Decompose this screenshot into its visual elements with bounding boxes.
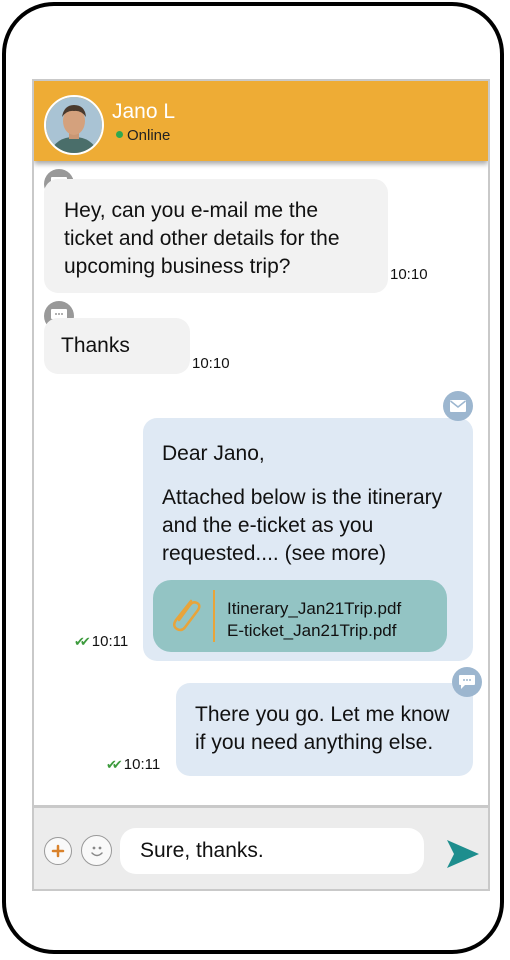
envelope-icon [443, 391, 473, 421]
message-bubble-incoming[interactable]: Thanks [44, 318, 190, 374]
message-time: ✔✔ 10:11 [74, 633, 128, 650]
chat-screen: Jano L Online Hey, can you e-mail me the… [32, 79, 490, 891]
attachment-card[interactable]: Itinerary_Jan21Trip.pdf E-ticket_Jan21Tr… [153, 580, 447, 652]
message-time: 10:10 [192, 355, 230, 372]
plus-icon [51, 844, 65, 858]
online-dot-icon [116, 131, 123, 138]
message-text: There you go. Let me know if you need an… [195, 703, 450, 754]
message-text: Hey, can you e-mail me the ticket and ot… [64, 199, 340, 278]
emoji-button[interactable] [81, 835, 112, 866]
message-time-label: 10:11 [91, 633, 129, 650]
status-label: Online [127, 127, 171, 144]
contact-name: Jano L [112, 100, 176, 123]
composer-bar [34, 805, 488, 889]
message-time: ✔✔ 10:11 [106, 756, 160, 773]
add-button[interactable] [44, 837, 72, 865]
double-check-icon: ✔✔ [74, 634, 91, 649]
attachment-file-link[interactable]: E-ticket_Jan21Trip.pdf [227, 617, 396, 645]
contact-photo-icon [46, 97, 102, 153]
message-bubble-incoming[interactable]: Hey, can you e-mail me the ticket and ot… [44, 179, 388, 293]
message-bubble-outgoing[interactable]: There you go. Let me know if you need an… [176, 683, 473, 776]
phone-frame: Jano L Online Hey, can you e-mail me the… [2, 2, 504, 954]
chat-header: Jano L Online [34, 81, 488, 161]
speech-bubble-icon [452, 667, 482, 697]
message-input[interactable] [120, 828, 424, 874]
email-bubble-outgoing[interactable]: Dear Jano, Attached below is the itinera… [143, 418, 473, 661]
message-time-label: 10:11 [123, 756, 161, 773]
avatar[interactable] [44, 95, 104, 155]
email-body: Attached below is the itinerary and the … [162, 486, 443, 565]
attachment-divider [213, 590, 215, 642]
online-status: Online [116, 127, 170, 144]
message-text: Thanks [61, 334, 130, 357]
smiley-icon [90, 846, 103, 856]
message-time: 10:10 [390, 266, 428, 283]
email-greeting: Dear Jano, [162, 442, 265, 465]
send-arrow-icon[interactable] [446, 839, 480, 869]
paperclip-icon [173, 599, 201, 632]
double-check-icon: ✔✔ [106, 757, 123, 772]
